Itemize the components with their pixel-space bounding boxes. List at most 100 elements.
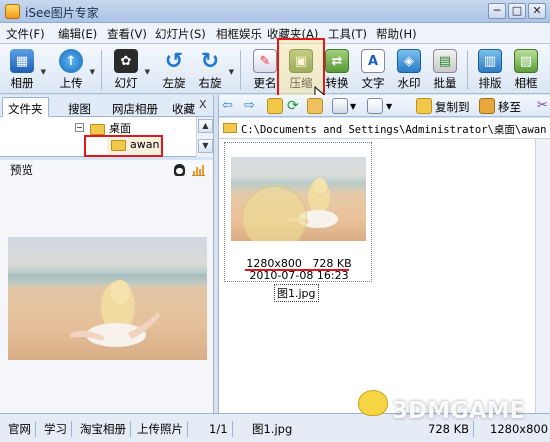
menu-slideshow[interactable]: 幻灯片(S) bbox=[155, 26, 206, 42]
left-pane-tabs: 文件夹 搜图 网店相册 收藏 X bbox=[0, 95, 213, 117]
close-pane-icon[interactable]: X bbox=[199, 98, 207, 111]
link-taobao-album[interactable]: 淘宝相册 bbox=[76, 421, 131, 437]
menu-edit[interactable]: 编辑(E) bbox=[58, 26, 97, 42]
slideshow-label: 幻灯 bbox=[114, 76, 138, 90]
tab-shop-album[interactable]: 网店相册 bbox=[106, 97, 164, 117]
menu-tools[interactable]: 工具(T) bbox=[328, 26, 367, 42]
rotate-left-button[interactable]: ↺ 左旋 bbox=[156, 44, 192, 94]
status-count: 1/1 bbox=[205, 421, 233, 437]
rotate-right-button[interactable]: ↻ 右旋 ▼ bbox=[192, 44, 235, 94]
folder-icon bbox=[90, 123, 105, 135]
awan-highlight-box bbox=[84, 135, 163, 157]
menu-file[interactable]: 文件(F) bbox=[6, 26, 45, 42]
frame-label: 相框 bbox=[514, 76, 538, 90]
rotate-dropdown-icon[interactable]: ▼ bbox=[229, 68, 234, 76]
layout-button[interactable]: ▥ 排版 bbox=[472, 44, 508, 94]
app-logo-icon bbox=[5, 4, 20, 19]
tab-search-images[interactable]: 搜图 bbox=[62, 97, 97, 117]
maximize-button[interactable]: □ bbox=[508, 3, 526, 19]
rotate-right-icon: ↻ bbox=[200, 48, 220, 74]
close-button[interactable]: ✕ bbox=[528, 3, 546, 19]
home-icon[interactable] bbox=[307, 98, 323, 114]
album-label: 相册 bbox=[10, 76, 34, 90]
3dmgame-watermark: 3DMGAME bbox=[392, 398, 526, 424]
menu-frame-fun[interactable]: 相框娱乐 bbox=[216, 26, 262, 42]
rotate-left-icon: ↺ bbox=[164, 48, 184, 74]
copy-to-button[interactable]: 复制到 bbox=[435, 99, 470, 115]
status-filename: 图1.jpg bbox=[252, 422, 293, 436]
slideshow-button[interactable]: ✿ 幻灯 ▼ bbox=[108, 44, 150, 94]
batch-icon: ▤ bbox=[433, 49, 457, 73]
link-learn[interactable]: 学习 bbox=[40, 421, 72, 437]
menu-view[interactable]: 查看(V) bbox=[107, 26, 147, 42]
main-toolbar: ▦ 相册 ▼ ↑ 上传 ▼ ✿ 幻灯 ▼ ↺ 左旋 ↻ 右旋 ▼ ✎ 更名 ▣ … bbox=[0, 44, 550, 94]
sort-dropdown-icon[interactable]: ▼ bbox=[386, 102, 392, 111]
preview-label: 预览 bbox=[10, 163, 33, 177]
toolbar-divider bbox=[240, 50, 241, 90]
view-mode-icon[interactable] bbox=[332, 98, 348, 114]
frame-button[interactable]: ▧ 相框 bbox=[508, 44, 544, 94]
menu-help[interactable]: 帮助(H) bbox=[376, 26, 417, 42]
text-icon: A bbox=[361, 49, 385, 73]
window-title: iSee图片专家 bbox=[25, 6, 99, 20]
upload-icon: ↑ bbox=[59, 49, 83, 73]
refresh-icon[interactable]: ⟳ bbox=[287, 98, 303, 114]
content-scrollbar[interactable] bbox=[535, 139, 550, 413]
path-bar[interactable]: C:\Documents and Settings\Administrator\… bbox=[219, 118, 550, 139]
qq-penguin-icon[interactable] bbox=[174, 164, 185, 176]
upload-dropdown-icon[interactable]: ▼ bbox=[90, 68, 95, 76]
watermark-button[interactable]: ◈ 水印 bbox=[391, 44, 427, 94]
copy-to-icon bbox=[416, 98, 432, 114]
forward-icon[interactable]: ⇨ bbox=[244, 98, 260, 114]
frame-icon: ▧ bbox=[514, 49, 538, 73]
scroll-down-icon[interactable]: ▼ bbox=[198, 139, 213, 153]
title-bar: iSee图片专家 ─ □ ✕ bbox=[0, 0, 550, 23]
rename-icon: ✎ bbox=[253, 49, 277, 73]
tree-scrollbar[interactable]: ▲ ▼ bbox=[196, 117, 213, 157]
toolbar-divider bbox=[101, 50, 102, 90]
album-dropdown-icon[interactable]: ▼ bbox=[41, 68, 46, 76]
batch-button[interactable]: ▤ 批量 bbox=[427, 44, 463, 94]
up-folder-icon[interactable] bbox=[267, 98, 283, 114]
upload-button[interactable]: ↑ 上传 ▼ bbox=[53, 44, 95, 94]
tab-favorites[interactable]: 收藏 bbox=[166, 97, 201, 117]
batch-label: 批量 bbox=[433, 76, 457, 90]
slideshow-dropdown-icon[interactable]: ▼ bbox=[145, 68, 150, 76]
3dmgame-mascot-icon bbox=[358, 390, 388, 416]
tree-item-desktop[interactable]: 桌面 bbox=[90, 120, 131, 136]
link-upload-photo[interactable]: 上传照片 bbox=[133, 421, 188, 437]
menu-bar: 文件(F) 编辑(E) 查看(V) 幻灯片(S) 相框娱乐 收藏夹(A) 工具(… bbox=[0, 23, 550, 44]
preview-area bbox=[0, 178, 213, 413]
thumbnail-filename[interactable]: 图1.jpg bbox=[274, 284, 319, 302]
back-icon[interactable]: ⇦ bbox=[222, 98, 238, 114]
album-button[interactable]: ▦ 相册 ▼ bbox=[4, 44, 46, 94]
thumbnail-image bbox=[231, 157, 366, 241]
folder-icon bbox=[223, 123, 237, 133]
upload-label: 上传 bbox=[59, 76, 83, 90]
path-text: C:\Documents and Settings\Administrator\… bbox=[241, 124, 547, 136]
thumbnail-area: 1280x800 728 KB 2010-07-08 16:23 图1.jpg bbox=[219, 139, 550, 413]
browser-toolbar: ⇦ ⇨ ⟳ ▼ ▼ 复制到 移至 ✂ bbox=[219, 95, 550, 117]
film-icon: ✿ bbox=[114, 49, 138, 73]
tab-folders[interactable]: 文件夹 bbox=[2, 97, 49, 117]
histogram-icon[interactable] bbox=[192, 165, 205, 176]
scissors-icon[interactable]: ✂ bbox=[537, 98, 550, 114]
layout-icon: ▥ bbox=[478, 49, 502, 73]
scroll-up-icon[interactable]: ▲ bbox=[198, 119, 213, 133]
thumbnail-card[interactable]: 1280x800 728 KB 2010-07-08 16:23 bbox=[224, 142, 372, 282]
preview-photo bbox=[8, 237, 207, 360]
move-to-button[interactable]: 移至 bbox=[498, 99, 521, 115]
convert-icon: ⇄ bbox=[325, 49, 349, 73]
tree-item-label: 桌面 bbox=[109, 122, 131, 135]
sort-icon[interactable] bbox=[367, 98, 383, 114]
rotate-right-label: 右旋 bbox=[198, 76, 222, 90]
watermark-icon: ◈ bbox=[397, 49, 421, 73]
view-dropdown-icon[interactable]: ▼ bbox=[350, 102, 356, 111]
tree-expander[interactable]: − bbox=[75, 123, 84, 132]
album-icon: ▦ bbox=[10, 49, 34, 73]
image-datetime: 2010-07-08 16:23 bbox=[249, 269, 349, 282]
move-to-icon bbox=[479, 98, 495, 114]
link-official-site[interactable]: 官网 bbox=[4, 421, 36, 437]
text-button[interactable]: A 文字 bbox=[355, 44, 391, 94]
minimize-button[interactable]: ─ bbox=[488, 3, 506, 19]
